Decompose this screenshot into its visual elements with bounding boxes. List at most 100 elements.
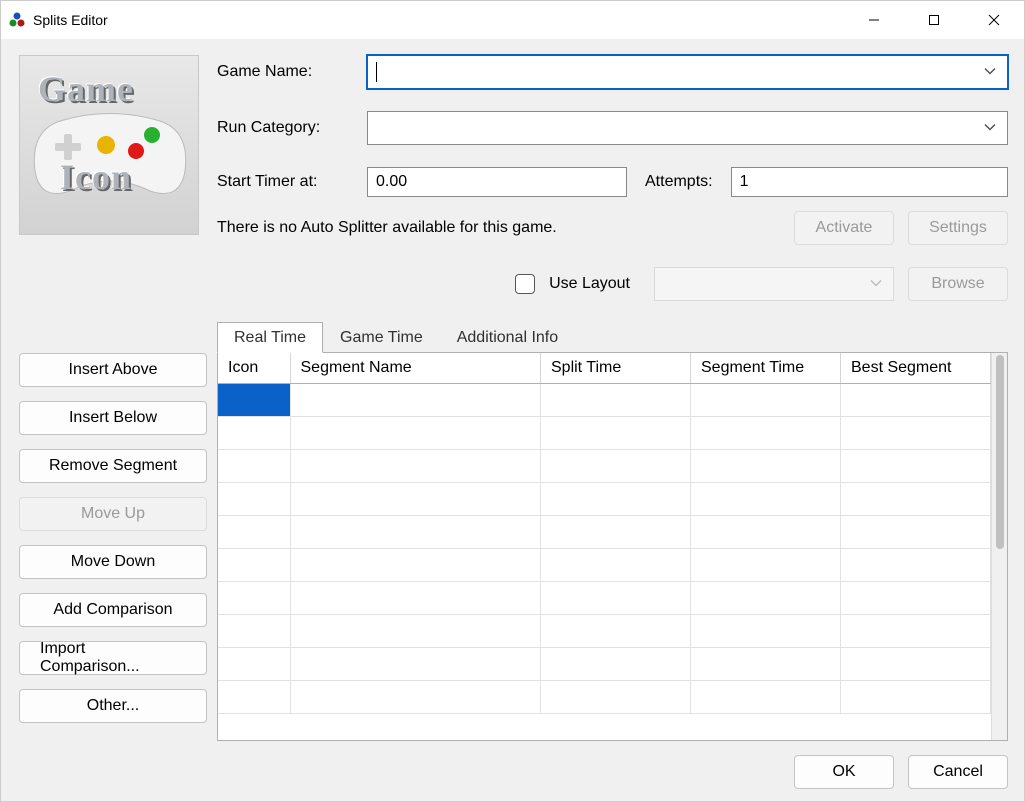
table-row[interactable] (218, 416, 991, 449)
col-split-time[interactable]: Split Time (541, 353, 691, 383)
tab-game-time[interactable]: Game Time (323, 322, 440, 353)
remove-segment-button[interactable]: Remove Segment (19, 449, 207, 483)
cell-icon[interactable] (218, 515, 290, 548)
move-up-button[interactable]: Move Up (19, 497, 207, 531)
cell-best_segment[interactable] (841, 548, 991, 581)
segments-grid[interactable]: Icon Segment Name Split Time Segment Tim… (218, 353, 991, 740)
cell-segment_time[interactable] (691, 383, 841, 416)
cell-best_segment[interactable] (841, 614, 991, 647)
table-row[interactable] (218, 383, 991, 416)
tab-additional-info[interactable]: Additional Info (440, 322, 575, 353)
cell-split_time[interactable] (541, 383, 691, 416)
col-segment-time[interactable]: Segment Time (691, 353, 841, 383)
cell-icon[interactable] (218, 647, 290, 680)
grid-area: Real Time Game Time Additional Info Icon (217, 321, 1008, 741)
cell-segment_time[interactable] (691, 680, 841, 713)
game-icon-pane: Game Icon (19, 55, 199, 301)
cell-best_segment[interactable] (841, 449, 991, 482)
cell-split_time[interactable] (541, 581, 691, 614)
cell-segment_name[interactable] (290, 614, 541, 647)
cell-segment_name[interactable] (290, 581, 541, 614)
table-row[interactable] (218, 482, 991, 515)
use-layout-checkbox[interactable] (515, 274, 535, 294)
cell-split_time[interactable] (541, 416, 691, 449)
import-comparison-button[interactable]: Import Comparison... (19, 641, 207, 675)
attempts-input[interactable]: 1 (731, 167, 1008, 197)
table-row[interactable] (218, 581, 991, 614)
cell-icon[interactable] (218, 416, 290, 449)
table-row[interactable] (218, 680, 991, 713)
cancel-button[interactable]: Cancel (908, 755, 1008, 789)
cell-segment_name[interactable] (290, 548, 541, 581)
cell-segment_time[interactable] (691, 449, 841, 482)
cell-icon[interactable] (218, 449, 290, 482)
cell-segment_name[interactable] (290, 515, 541, 548)
cell-best_segment[interactable] (841, 581, 991, 614)
add-comparison-button[interactable]: Add Comparison (19, 593, 207, 627)
game-name-combobox[interactable] (367, 55, 1008, 89)
cell-segment_name[interactable] (290, 647, 541, 680)
cell-best_segment[interactable] (841, 383, 991, 416)
browse-button[interactable]: Browse (908, 267, 1008, 301)
middle-section: Insert Above Insert Below Remove Segment… (19, 321, 1008, 741)
table-row[interactable] (218, 548, 991, 581)
footer: OK Cancel (19, 755, 1008, 789)
cell-icon[interactable] (218, 581, 290, 614)
insert-below-button[interactable]: Insert Below (19, 401, 207, 435)
cell-segment_time[interactable] (691, 548, 841, 581)
use-layout-label: Use Layout (549, 275, 630, 293)
minimize-button[interactable] (844, 1, 904, 39)
cell-segment_name[interactable] (290, 482, 541, 515)
cell-segment_time[interactable] (691, 581, 841, 614)
cell-icon[interactable] (218, 548, 290, 581)
table-row[interactable] (218, 515, 991, 548)
activate-button[interactable]: Activate (794, 211, 894, 245)
run-category-combobox[interactable] (367, 111, 1008, 145)
other-button[interactable]: Other... (19, 689, 207, 723)
cell-split_time[interactable] (541, 647, 691, 680)
cell-icon[interactable] (218, 482, 290, 515)
game-icon-text-2: Icon (60, 156, 132, 198)
col-icon[interactable]: Icon (218, 353, 290, 383)
cell-icon[interactable] (218, 680, 290, 713)
cell-segment_name[interactable] (290, 416, 541, 449)
cell-segment_time[interactable] (691, 416, 841, 449)
cell-split_time[interactable] (541, 614, 691, 647)
cell-best_segment[interactable] (841, 416, 991, 449)
attempts-value: 1 (740, 173, 749, 191)
move-down-button[interactable]: Move Down (19, 545, 207, 579)
cell-icon[interactable] (218, 614, 290, 647)
col-best-segment[interactable]: Best Segment (841, 353, 991, 383)
scrollbar-thumb[interactable] (996, 355, 1004, 549)
cell-segment_time[interactable] (691, 614, 841, 647)
grid-scrollbar[interactable] (991, 353, 1007, 740)
ok-button[interactable]: OK (794, 755, 894, 789)
cell-split_time[interactable] (541, 482, 691, 515)
start-timer-input[interactable]: 0.00 (367, 167, 627, 197)
cell-segment_name[interactable] (290, 680, 541, 713)
cell-split_time[interactable] (541, 548, 691, 581)
table-row[interactable] (218, 614, 991, 647)
cell-segment_name[interactable] (290, 449, 541, 482)
settings-button[interactable]: Settings (908, 211, 1008, 245)
cell-icon[interactable] (218, 383, 290, 416)
cell-split_time[interactable] (541, 449, 691, 482)
cell-segment_name[interactable] (290, 383, 541, 416)
col-segment-name[interactable]: Segment Name (290, 353, 541, 383)
cell-split_time[interactable] (541, 515, 691, 548)
cell-segment_time[interactable] (691, 647, 841, 680)
maximize-button[interactable] (904, 1, 964, 39)
cell-split_time[interactable] (541, 680, 691, 713)
tab-real-time[interactable]: Real Time (217, 322, 323, 353)
cell-best_segment[interactable] (841, 647, 991, 680)
game-icon[interactable]: Game Icon (19, 55, 199, 235)
cell-best_segment[interactable] (841, 680, 991, 713)
close-button[interactable] (964, 1, 1024, 39)
cell-best_segment[interactable] (841, 482, 991, 515)
cell-best_segment[interactable] (841, 515, 991, 548)
cell-segment_time[interactable] (691, 515, 841, 548)
cell-segment_time[interactable] (691, 482, 841, 515)
table-row[interactable] (218, 449, 991, 482)
insert-above-button[interactable]: Insert Above (19, 353, 207, 387)
table-row[interactable] (218, 647, 991, 680)
